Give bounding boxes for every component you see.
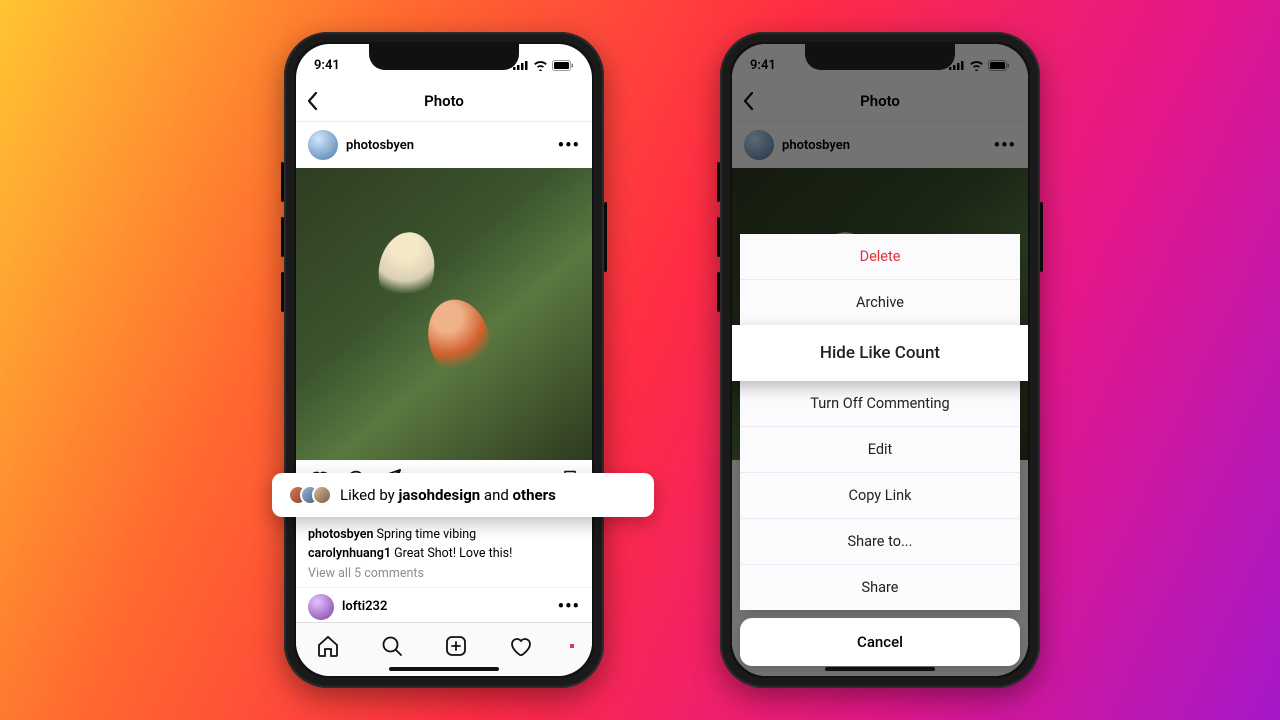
next-post-header: lofti232 ••• xyxy=(296,587,592,626)
next-post-more-button[interactable]: ••• xyxy=(558,596,580,617)
notch xyxy=(369,44,519,70)
sheet-item-copy-link[interactable]: Copy Link xyxy=(740,472,1020,518)
sheet-item-hide-like-count[interactable]: Hide Like Count xyxy=(732,325,1028,381)
plus-square-icon xyxy=(444,634,468,658)
sheet-item-turn-off-commenting[interactable]: Turn Off Commenting xyxy=(740,381,1020,426)
tab-activity[interactable] xyxy=(508,634,532,658)
sheet-item-delete[interactable]: Delete xyxy=(740,234,1020,279)
sheet-item-share[interactable]: Share xyxy=(740,564,1020,610)
action-sheet-group: Delete Archive Hide Like Count Turn Off … xyxy=(740,234,1020,610)
home-indicator[interactable] xyxy=(389,667,499,671)
post-author-avatar[interactable] xyxy=(308,130,338,160)
liked-by-callout: Liked by jasohdesign and others xyxy=(272,473,654,517)
sheet-cancel-button[interactable]: Cancel xyxy=(740,618,1020,666)
screen-left: 9:41 Photo photosbyen ••• xyxy=(296,44,592,676)
search-icon xyxy=(380,634,404,658)
tab-home[interactable] xyxy=(316,634,340,658)
post-header: photosbyen ••• xyxy=(296,122,592,168)
battery-icon xyxy=(552,60,574,71)
caption-block: photosbyen Spring time vibing carolynhua… xyxy=(296,526,592,564)
post-author-username[interactable]: photosbyen xyxy=(346,138,550,153)
tab-search[interactable] xyxy=(380,634,404,658)
sheet-item-share-to[interactable]: Share to... xyxy=(740,518,1020,564)
home-icon xyxy=(316,634,340,658)
sheet-item-edit[interactable]: Edit xyxy=(740,426,1020,472)
chevron-left-icon xyxy=(306,91,318,111)
status-indicators xyxy=(513,60,574,71)
heart-icon xyxy=(508,634,532,658)
back-button[interactable] xyxy=(306,91,318,111)
post-more-button[interactable]: ••• xyxy=(558,135,580,156)
post-image[interactable] xyxy=(296,168,592,460)
notch xyxy=(805,44,955,70)
liked-by-facepile xyxy=(288,485,332,505)
nav-title: Photo xyxy=(424,92,464,110)
view-all-comments[interactable]: View all 5 comments xyxy=(296,564,592,587)
status-time: 9:41 xyxy=(314,58,340,73)
phone-left: 9:41 Photo photosbyen ••• xyxy=(284,32,604,688)
screen-right: 9:41 Photo photosbyen ••• Delete Archive xyxy=(732,44,1028,676)
nav-bar: Photo xyxy=(296,80,592,122)
liked-by-text[interactable]: Liked by jasohdesign and others xyxy=(340,486,556,504)
home-indicator[interactable] xyxy=(825,667,935,671)
caption-line: photosbyen Spring time vibing xyxy=(308,526,580,545)
wifi-icon xyxy=(533,60,548,71)
comment-line: carolynhuang1 Great Shot! Love this! xyxy=(308,545,580,564)
facepile-avatar xyxy=(312,485,332,505)
sheet-item-archive[interactable]: Archive xyxy=(740,279,1020,325)
action-sheet: Delete Archive Hide Like Count Turn Off … xyxy=(740,234,1020,666)
phone-right: 9:41 Photo photosbyen ••• Delete Archive xyxy=(720,32,1040,688)
tab-create[interactable] xyxy=(444,634,468,658)
next-post-username[interactable]: lofti232 xyxy=(342,599,550,614)
next-post-avatar[interactable] xyxy=(308,594,334,620)
